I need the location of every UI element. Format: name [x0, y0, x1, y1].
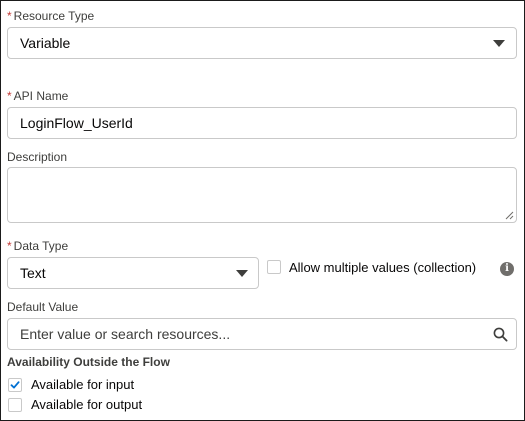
description-textarea[interactable] — [7, 167, 517, 223]
resource-type-select[interactable]: Variable — [7, 27, 517, 59]
resource-type-label-text: Resource Type — [13, 9, 95, 23]
api-name-label-text: API Name — [13, 89, 69, 103]
data-type-select[interactable]: Text — [7, 257, 259, 289]
data-type-value: Text — [20, 265, 46, 281]
resize-handle-icon[interactable] — [505, 211, 514, 220]
info-icon[interactable]: i — [500, 262, 514, 276]
data-type-label: * Data Type — [7, 239, 68, 253]
available-for-input-label[interactable]: Available for input — [31, 377, 134, 393]
data-type-label-text: Data Type — [13, 239, 69, 253]
required-marker: * — [7, 89, 12, 103]
required-marker: * — [7, 9, 12, 23]
search-icon[interactable] — [493, 327, 508, 342]
api-name-value: LoginFlow_UserId — [20, 115, 133, 131]
available-for-input-checkbox[interactable] — [8, 378, 22, 392]
resource-type-value: Variable — [20, 35, 71, 51]
description-label: Description — [7, 150, 68, 164]
api-name-input[interactable]: LoginFlow_UserId — [7, 107, 517, 139]
chevron-down-icon — [493, 40, 505, 47]
default-value-placeholder: Enter value or search resources... — [20, 326, 231, 342]
variable-resource-form: * Resource Type Variable * API Name LoginF… — [0, 0, 525, 421]
api-name-label: * API Name — [7, 89, 68, 103]
default-value-label: Default Value — [7, 300, 79, 314]
required-marker: * — [7, 239, 12, 253]
available-for-output-checkbox[interactable] — [8, 398, 22, 412]
available-for-output-label[interactable]: Available for output — [31, 397, 142, 413]
availability-heading: Availability Outside the Flow — [7, 355, 170, 369]
checkmark-icon — [10, 381, 20, 389]
default-value-search-input[interactable]: Enter value or search resources... — [7, 318, 517, 350]
allow-multiple-checkbox[interactable] — [267, 260, 281, 274]
resource-type-label: * Resource Type — [7, 9, 94, 23]
chevron-down-icon — [236, 270, 248, 277]
allow-multiple-label[interactable]: Allow multiple values (collection) — [289, 260, 476, 276]
